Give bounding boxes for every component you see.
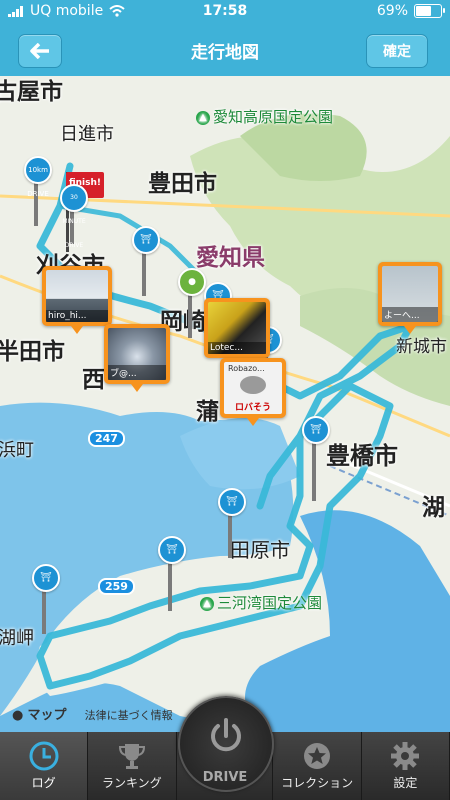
pin-badge-30min: 30 MINUTE DRIVE — [60, 184, 88, 249]
route-shield-259: 259 — [98, 578, 135, 595]
photo-caption: ブ@... — [108, 365, 166, 380]
photo-caption: Lotec... — [208, 342, 266, 354]
pin-stick — [312, 436, 316, 501]
park-name: 三河湾国定公園 — [217, 594, 323, 612]
photo-card[interactable]: ブ@... — [104, 324, 170, 392]
city-label-hamacho: 浜町 — [0, 440, 34, 461]
pin-ball-icon: ⛩ — [158, 536, 186, 564]
pin-badge-10km: 10km DRIVE — [24, 156, 52, 198]
status-right: 69% — [376, 3, 445, 19]
city-label-toyota: 豊田市 — [148, 171, 217, 197]
map-pin[interactable]: ⛩ — [302, 416, 330, 501]
drive-button[interactable]: DRIVE — [178, 696, 274, 800]
map-pin-time[interactable]: 30 MINUTE DRIVE — [60, 184, 88, 249]
tab-settings[interactable]: 設定 — [361, 732, 450, 800]
park-name: 愛知高原国定公園 — [213, 108, 334, 126]
city-label-tahara: 田原市 — [230, 538, 290, 562]
pin-ball-icon: ⛩ — [32, 564, 60, 592]
city-label-gamagori: 蒲 — [196, 399, 219, 425]
tab-ranking[interactable]: ランキング — [88, 732, 177, 800]
photo-caption: よーへ... — [382, 307, 438, 322]
nav-bar: 走行地図 確定 — [0, 24, 450, 76]
photo-card[interactable]: Lotec... — [204, 298, 270, 366]
route-shield-247: 247 — [88, 430, 125, 447]
drive-map[interactable]: 古屋市 日進市 豊田市 刈谷市 岡崎 半田市 西 蒲 豊橋市 湖 新城市 浜町 … — [0, 76, 450, 732]
park-label-mikawawan: ▲ 三河湾国定公園 — [200, 592, 322, 613]
donkey-illustration — [240, 376, 266, 394]
confirm-button[interactable]: 確定 — [366, 34, 428, 68]
tab-log[interactable]: ログ — [0, 732, 89, 800]
battery-icon — [414, 4, 445, 18]
apple-logo-icon: ● — [12, 708, 24, 723]
pin-ball-icon: ⛩ — [132, 226, 160, 254]
drive-label: DRIVE — [202, 770, 248, 785]
tab-label: 設定 — [393, 776, 418, 790]
clock-icon — [29, 741, 59, 771]
tab-collection[interactable]: コレクション — [273, 732, 362, 800]
pin-ball-icon: ⛩ — [302, 416, 330, 444]
photo-card[interactable]: hiro_hi... — [42, 266, 112, 334]
map-pin[interactable]: ● — [178, 268, 206, 338]
pin-ball-icon: ⛩ — [218, 488, 246, 516]
tab-label: ランキング — [102, 776, 162, 790]
park-label-aichi-kogen: ▲ 愛知高原国定公園 — [196, 106, 333, 127]
park-tree-icon: ▲ — [200, 596, 214, 611]
city-label-handa: 半田市 — [0, 339, 65, 365]
status-bar: UQ mobile 17:58 69% — [0, 0, 450, 24]
photo-card[interactable]: Robazo... ロバそう — [220, 358, 286, 426]
city-label-nagoya: 古屋市 — [0, 79, 63, 105]
photo-card[interactable]: よーへ... — [378, 262, 442, 334]
map-pin[interactable]: ⛩ — [158, 536, 186, 611]
tab-label: コレクション — [281, 776, 354, 790]
power-icon — [211, 718, 241, 752]
photo-caption: ロバそう — [234, 403, 271, 413]
city-label-kosai: 湖 — [422, 495, 445, 521]
prefecture-label: 愛知県 — [196, 245, 265, 271]
map-pin[interactable]: ⛩ — [218, 488, 246, 558]
battery-fill — [416, 6, 432, 16]
city-label-shinshiro: 新城市 — [396, 337, 447, 357]
park-tree-icon: ▲ — [196, 110, 210, 125]
pin-stick — [168, 556, 172, 611]
map-attribution: ● マップ 法律に基づく情報 — [12, 704, 173, 723]
city-label-nisshin: 日進市 — [60, 124, 114, 145]
photo-overlay-text: Robazo... — [228, 364, 265, 373]
battery-percent: 69% — [376, 3, 408, 19]
star-medal-icon — [304, 743, 331, 769]
maps-brand-label: マップ — [27, 708, 67, 723]
legal-link[interactable]: 法律に基づく情報 — [85, 709, 173, 722]
map-pin[interactable]: ⛩ — [132, 226, 160, 296]
city-label-nishio: 西 — [82, 367, 105, 393]
map-pin[interactable]: ⛩ — [32, 564, 60, 634]
tab-label: ログ — [31, 776, 56, 790]
city-label-toyohashi: 豊橋市 — [326, 442, 398, 470]
map-pin-distance[interactable]: 10km DRIVE — [24, 156, 52, 226]
trophy-icon — [118, 744, 145, 769]
city-label-irago: 湖岬 — [0, 628, 34, 649]
photo-caption: hiro_hi... — [46, 310, 108, 322]
gear-icon — [391, 742, 420, 770]
pin-ball-icon: ● — [178, 268, 206, 296]
